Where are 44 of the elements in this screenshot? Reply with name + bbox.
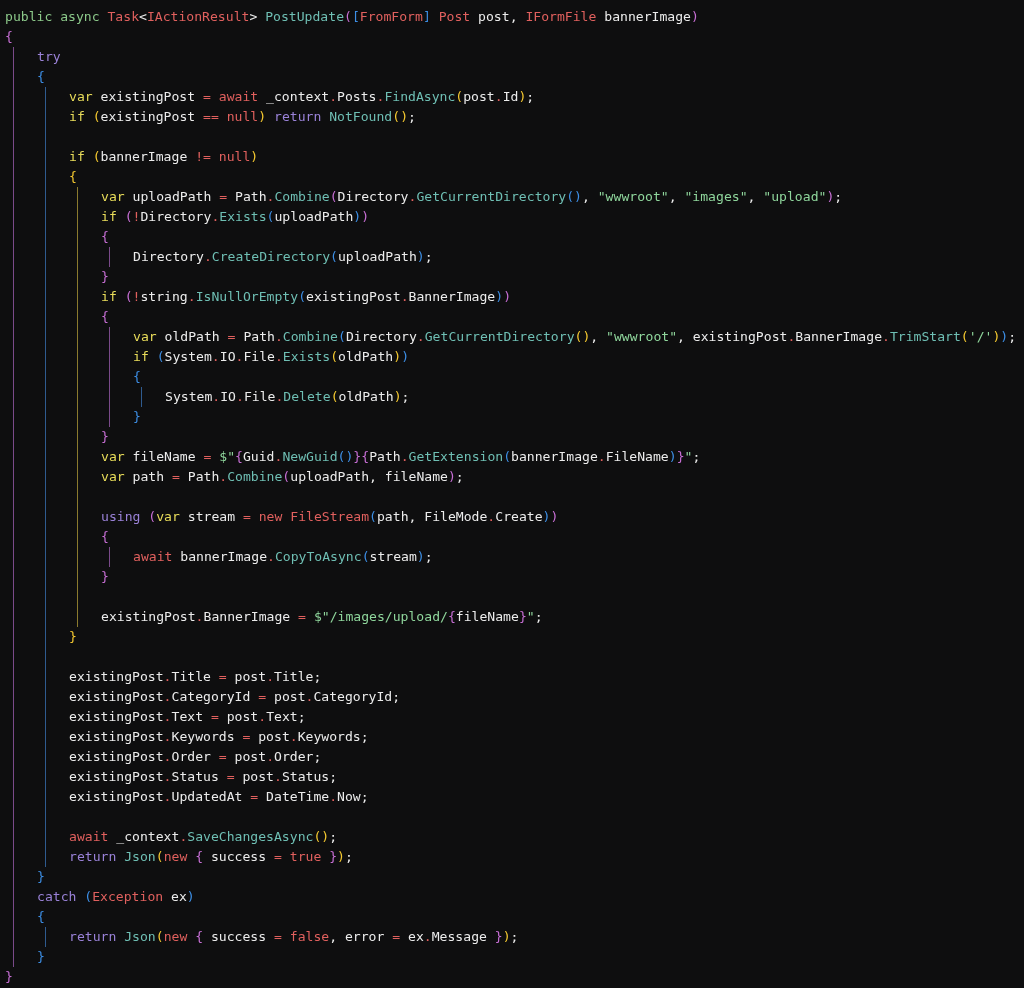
code-line: var oldPath = Path.Combine(Directory.GetCurrentDirectory(), "wwwroot", existingPost.BannerImage.TrimStart('/'));: [133, 328, 1017, 346]
code-line: existingPost.CategoryId = post.CategoryId;: [69, 688, 401, 706]
code-line: catch (Exception ex): [37, 888, 195, 906]
code-line: public async Task<IActionResult> PostUpdate([FromForm] Post post, IFormFile bannerImage): [5, 8, 699, 26]
code-line: existingPost.Keywords = post.Keywords;: [69, 728, 369, 746]
code-line: existingPost.Title = post.Title;: [69, 668, 322, 686]
code-line: var path = Path.Combine(uploadPath, fileName);: [101, 468, 464, 486]
code-line: return Json(new { success = false, error = ex.Message });: [69, 928, 519, 946]
code-line: {: [37, 68, 45, 86]
code-line: Directory.CreateDirectory(uploadPath);: [133, 248, 433, 266]
code-line: {: [133, 368, 141, 386]
code-line: if (!string.IsNullOrEmpty(existingPost.BannerImage)): [101, 288, 511, 306]
code-line: existingPost.Status = post.Status;: [69, 768, 338, 786]
code-line: {: [101, 308, 109, 326]
code-line: await _context.SaveChangesAsync();: [69, 828, 338, 846]
code-line: using (var stream = new FileStream(path, FileMode.Create)): [101, 508, 559, 526]
code-line: existingPost.BannerImage = $"/images/upload/{fileName}";: [101, 608, 543, 626]
code-line: }: [37, 948, 45, 966]
code-line: {: [101, 228, 109, 246]
code-line: if (existingPost == null) return NotFound();: [69, 108, 416, 126]
code-line: await bannerImage.CopyToAsync(stream);: [133, 548, 433, 566]
code-line: }: [133, 408, 141, 426]
code-line: }: [101, 268, 109, 286]
code-line: {: [37, 908, 45, 926]
code-line: }: [69, 628, 77, 646]
code-line: }: [101, 428, 109, 446]
code-line: System.IO.File.Delete(oldPath);: [165, 388, 410, 406]
code-line: var uploadPath = Path.Combine(Directory.GetCurrentDirectory(), "wwwroot", "images", "upload");: [101, 188, 843, 206]
code-line: var existingPost = await _context.Posts.FindAsync(post.Id);: [69, 88, 535, 106]
code-line: }: [101, 568, 109, 586]
code-line: {: [5, 28, 13, 46]
code-line: if (bannerImage != null): [69, 148, 259, 166]
code-line: return Json(new { success = true });: [69, 848, 353, 866]
code-line: try: [37, 48, 61, 66]
code-line: var fileName = $"{Guid.NewGuid()}{Path.GetExtension(bannerImage.FileName)}";: [101, 448, 701, 466]
code-line: {: [69, 168, 77, 186]
code-line: existingPost.UpdatedAt = DateTime.Now;: [69, 788, 369, 806]
code-line: {: [101, 528, 109, 546]
code-line: if (System.IO.File.Exists(oldPath)): [133, 348, 410, 366]
code-line: if (!Directory.Exists(uploadPath)): [101, 208, 370, 226]
code-line: existingPost.Text = post.Text;: [69, 708, 306, 726]
code-line: }: [37, 868, 45, 886]
code-line: }: [5, 968, 13, 986]
code-line: existingPost.Order = post.Order;: [69, 748, 322, 766]
